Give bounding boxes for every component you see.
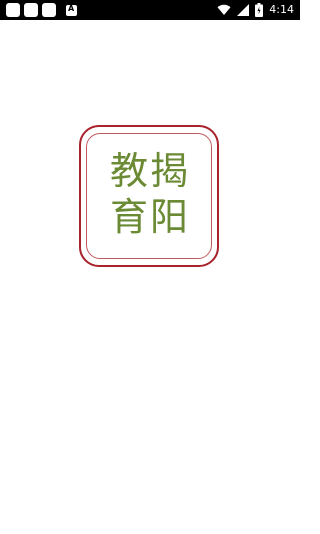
battery-icon <box>255 3 264 17</box>
notification-icons: A <box>6 3 77 17</box>
app-icon <box>24 3 38 17</box>
status-bar: A 4:14 <box>0 0 300 20</box>
wifi-icon <box>217 4 231 16</box>
splash-screen: A 4:14 教揭 育阳 <box>0 0 300 534</box>
app-icon <box>42 3 56 17</box>
app-logo: 教揭 育阳 <box>79 125 219 267</box>
system-icons: 4:14 <box>217 2 294 18</box>
signal-icon <box>237 4 250 16</box>
app-logo-text: 教揭 育阳 <box>87 148 213 240</box>
a-icon: A <box>66 4 77 16</box>
logo-line-2: 育阳 <box>109 195 190 239</box>
logo-line-1: 教揭 <box>109 149 190 193</box>
app-icon <box>6 3 20 17</box>
app-logo-inner-frame: 教揭 育阳 <box>86 133 212 259</box>
status-time: 4:14 <box>269 3 294 16</box>
a-icon-letter: A <box>68 4 75 13</box>
